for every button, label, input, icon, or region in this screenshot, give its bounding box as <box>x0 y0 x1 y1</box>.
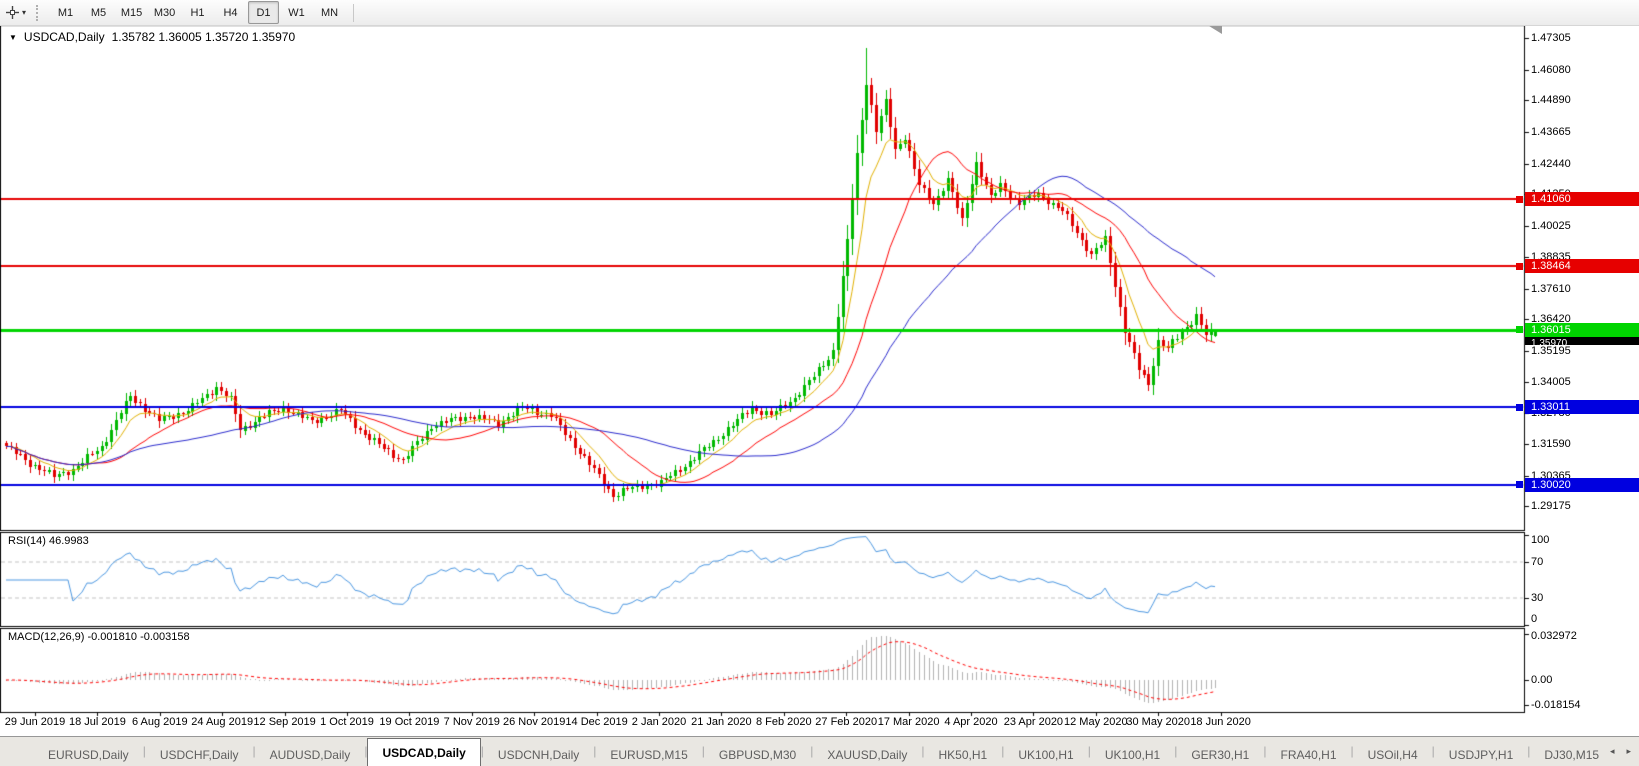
hline-price-label: 1.33011 <box>1525 400 1639 415</box>
chart-tab-hk50-h1[interactable]: HK50,H1 <box>925 743 1002 766</box>
toolbar-separator <box>353 3 355 22</box>
timeframe-button-m5[interactable]: M5 <box>83 1 114 24</box>
chart-canvas[interactable] <box>0 0 1639 766</box>
chart-title: ▼ USDCAD,Daily 1.35782 1.36005 1.35720 1… <box>9 30 295 44</box>
date-label: 1 Oct 2019 <box>320 716 374 728</box>
chevron-down-icon[interactable]: ▾ <box>22 8 26 17</box>
date-label: 30 May 2020 <box>1126 716 1190 728</box>
chart-tab-audusd-daily[interactable]: AUDUSD,Daily <box>256 743 365 766</box>
price-tick-label: 1.35195 <box>1531 344 1571 357</box>
date-label: 19 Oct 2019 <box>379 716 440 728</box>
chart-tab-usdchf-daily[interactable]: USDCHF,Daily <box>146 743 253 766</box>
price-tick-label: 1.46080 <box>1531 63 1571 76</box>
date-label: 23 Apr 2020 <box>1003 716 1064 728</box>
price-tick-label: 1.31590 <box>1531 438 1571 451</box>
chart-tab-eurusd-daily[interactable]: EURUSD,Daily <box>34 743 143 766</box>
chart-tabs: EURUSD,Daily | USDCHF,Daily | AUDUSD,Daily | U… <box>34 738 1613 766</box>
chart-tab-usdcnh-daily[interactable]: USDCNH,Daily <box>484 743 593 766</box>
hline-price-label: 1.30020 <box>1525 477 1639 492</box>
date-label: 7 Nov 2019 <box>443 716 500 728</box>
date-label: 6 Aug 2019 <box>131 716 188 728</box>
mt4-platform-window: { "toolbar": { "cursor_tool_icon": "cros… <box>0 0 1639 766</box>
cursor-tool-button[interactable]: ▾ <box>0 2 31 23</box>
rsi-level-label: 0 <box>1531 613 1538 625</box>
rsi-level-label: 100 <box>1531 534 1550 546</box>
chart-tab-xauusd-daily[interactable]: XAUUSD,Daily <box>813 743 921 766</box>
price-tick-label: 1.43665 <box>1531 126 1571 139</box>
hline-price-label: 1.36015 <box>1525 322 1639 337</box>
tab-scroll-arrows: ◂ ▸ <box>1610 746 1631 757</box>
hline-marker[interactable] <box>1516 326 1523 334</box>
price-tick-label: 1.40025 <box>1531 220 1571 233</box>
collapse-triangle-icon[interactable]: ▼ <box>9 33 17 42</box>
chart-tab-usoil-h4[interactable]: USOil,H4 <box>1354 743 1432 766</box>
chart-shift-marker[interactable] <box>1209 26 1222 34</box>
chart-tab-dj30-m15[interactable]: DJ30,M15 <box>1530 743 1613 766</box>
crosshair-icon <box>6 6 19 19</box>
timeframe-button-h4[interactable]: H4 <box>215 1 246 24</box>
hline-price-label: 1.41060 <box>1525 192 1639 207</box>
date-label: 2 Jan 2020 <box>631 716 687 728</box>
toolbar-grip[interactable] <box>36 4 41 21</box>
date-label: 27 Feb 2020 <box>815 716 878 728</box>
timeframe-button-m1[interactable]: M1 <box>50 1 81 24</box>
chart-ohlc-values: 1.35782 1.36005 1.35720 1.35970 <box>111 30 296 44</box>
hline-marker[interactable] <box>1516 262 1523 270</box>
chart-tab-uk100-h1[interactable]: UK100,H1 <box>1091 743 1174 766</box>
macd-level-label: 0.032972 <box>1531 630 1577 642</box>
chart-tab-fra40-h1[interactable]: FRA40,H1 <box>1266 743 1350 766</box>
timeframe-button-w1[interactable]: W1 <box>281 1 312 24</box>
chart-symbol-label: USDCAD,Daily <box>23 30 105 44</box>
rsi-level-label: 30 <box>1531 592 1544 604</box>
tab-scroll-right-icon[interactable]: ▸ <box>1626 746 1631 757</box>
timeframe-button-h1[interactable]: H1 <box>182 1 213 24</box>
price-tick-label: 1.44890 <box>1531 94 1571 107</box>
macd-label: MACD(12,26,9) -0.001810 -0.003158 <box>8 631 190 643</box>
chart-tab-usdcad-daily[interactable]: USDCAD,Daily <box>367 738 481 766</box>
price-tick-label: 1.29175 <box>1531 500 1571 513</box>
hline-marker[interactable] <box>1516 403 1523 411</box>
date-label: 12 Sep 2019 <box>253 716 316 728</box>
date-label: 29 Jun 2019 <box>4 716 66 728</box>
rsi-level-label: 70 <box>1531 556 1544 568</box>
chart-tab-ger30-h1[interactable]: GER30,H1 <box>1177 743 1263 766</box>
chart-tab-uk100-h1[interactable]: UK100,H1 <box>1004 743 1087 766</box>
rsi-label: RSI(14) 46.9983 <box>8 535 89 547</box>
bid-price-label: 1.35970 <box>1525 336 1639 345</box>
hline-marker[interactable] <box>1516 481 1523 489</box>
price-tick-label: 1.34005 <box>1531 375 1571 388</box>
timeframe-button-m30[interactable]: M30 <box>149 1 180 24</box>
timeframe-buttons: M1 M5 M15 M30 H1 H4 D1 W1 MN <box>49 1 346 24</box>
price-tick-label: 1.37610 <box>1531 282 1571 295</box>
date-label: 18 Jun 2020 <box>1190 716 1251 728</box>
timeframe-button-mn[interactable]: MN <box>314 1 345 24</box>
price-tick-label: 1.47305 <box>1531 32 1571 44</box>
chart-tab-usdjpy-h1[interactable]: USDJPY,H1 <box>1435 743 1527 766</box>
date-label: 17 Mar 2020 <box>877 716 940 728</box>
date-label: 18 Jul 2019 <box>68 716 126 728</box>
timeframe-button-m15[interactable]: M15 <box>116 1 147 24</box>
date-label: 4 Apr 2020 <box>944 716 998 728</box>
date-label: 21 Jan 2020 <box>691 716 752 728</box>
date-label: 24 Aug 2019 <box>191 716 254 728</box>
date-label: 26 Nov 2019 <box>502 716 566 728</box>
date-label: 8 Feb 2020 <box>755 716 812 728</box>
timeframe-toolbar: ▾ M1 M5 M15 M30 H1 H4 D1 W1 MN <box>0 0 1639 26</box>
hline-price-label: 1.38464 <box>1525 259 1639 274</box>
tab-scroll-left-icon[interactable]: ◂ <box>1610 746 1615 757</box>
hline-marker[interactable] <box>1516 195 1523 203</box>
date-label: 14 Dec 2019 <box>565 716 628 728</box>
price-tick-label: 1.42440 <box>1531 157 1571 170</box>
chart-tab-eurusd-m15[interactable]: EURUSD,M15 <box>596 743 701 766</box>
macd-level-label: 0.00 <box>1531 674 1553 686</box>
chart-tab-gbpusd-m30[interactable]: GBPUSD,M30 <box>705 743 810 766</box>
timeframe-button-d1[interactable]: D1 <box>248 1 280 24</box>
macd-level-label: -0.018154 <box>1531 699 1581 712</box>
date-label: 12 May 2020 <box>1063 716 1128 728</box>
chart-tab-bar: EURUSD,Daily | USDCHF,Daily | AUDUSD,Daily | U… <box>0 736 1639 766</box>
